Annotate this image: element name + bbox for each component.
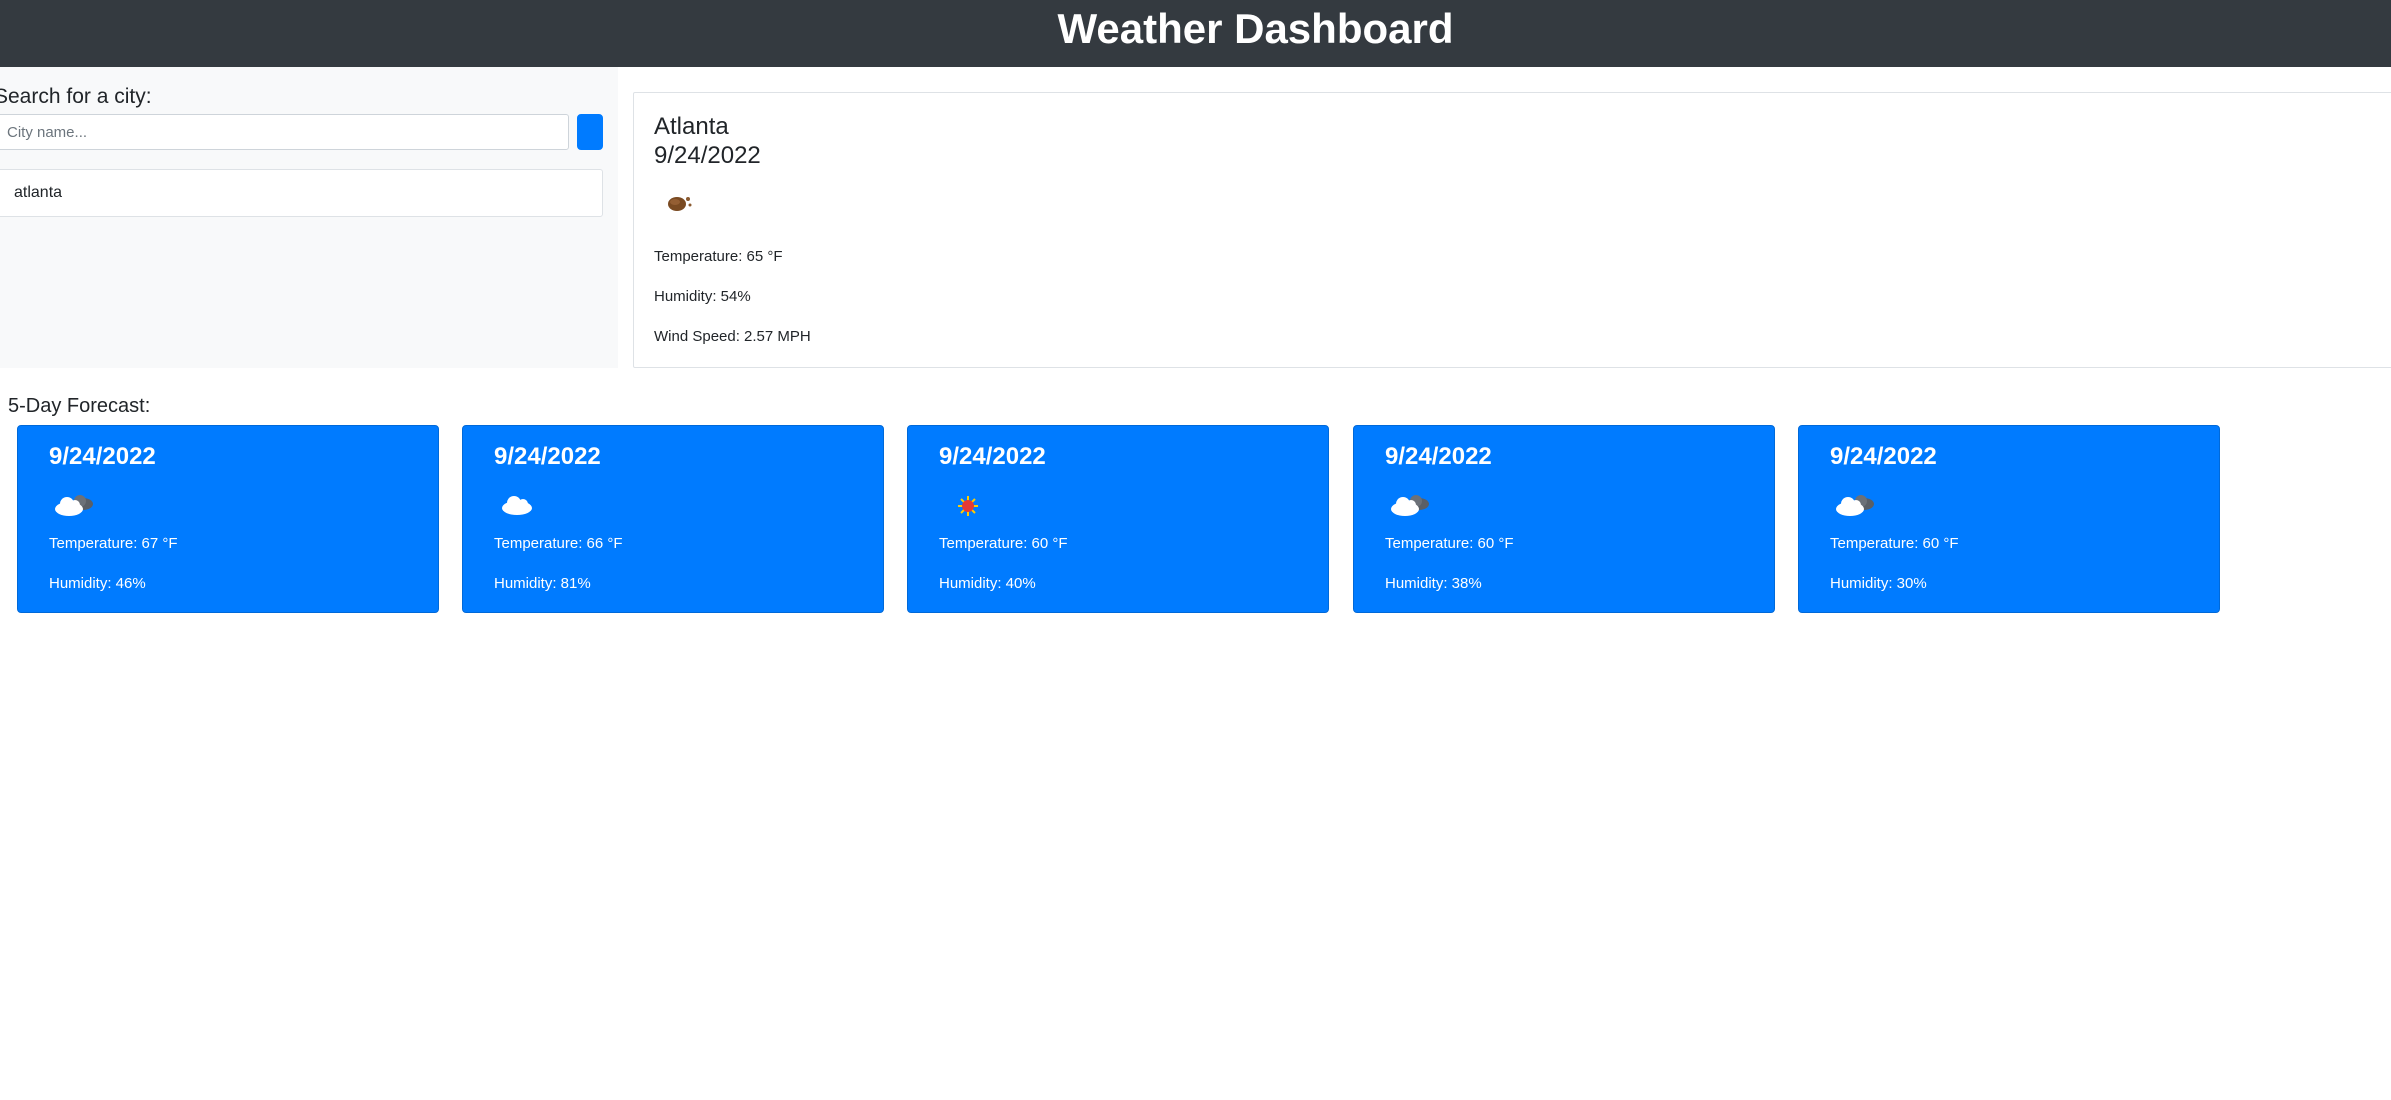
forecast-card: 9/24/2022 Temperature: 66 °F Humidity: 8…: [462, 425, 884, 613]
forecast-date: 9/24/2022: [49, 443, 156, 470]
search-history-list: atlanta: [0, 169, 603, 217]
forecast-card: 9/24/2022 Temperature: 60 °F Humidity: 4…: [907, 425, 1329, 613]
forecast-card: 9/24/2022 Temperature: 60 °F Humidity: 3…: [1798, 425, 2220, 613]
broken-clouds-icon: [1391, 495, 1429, 516]
cloud-icon: [502, 496, 532, 515]
broken-clouds-icon: [1836, 495, 1874, 516]
forecast-date: 9/24/2022: [1830, 443, 1937, 470]
forecast-humidity: Humidity: 40%: [939, 575, 1036, 592]
search-button[interactable]: [577, 114, 603, 150]
forecast-temperature: Temperature: 60 °F: [1830, 535, 1959, 552]
forecast-date: 9/24/2022: [939, 443, 1046, 470]
forecast-card: 9/24/2022 Temperature: 60 °F Humidity: 3…: [1353, 425, 1775, 613]
forecast-row: 9/24/2022 Temperature: 67 °F Humidity: 4…: [17, 425, 2257, 613]
page-title: Weather Dashboard: [1057, 5, 1454, 52]
forecast-temperature: Temperature: 66 °F: [494, 535, 623, 552]
forecast-humidity: Humidity: 30%: [1830, 575, 1927, 592]
history-item[interactable]: atlanta: [0, 169, 603, 217]
current-wind-speed: Wind Speed: 2.57 MPH: [654, 328, 811, 345]
current-weather-card: Atlanta 9/24/2022 Temperature: 65 °F Hum…: [633, 92, 2391, 368]
app-header: Weather Dashboard: [0, 0, 2391, 67]
haze-icon: [668, 197, 692, 211]
forecast-temperature: Temperature: 60 °F: [939, 535, 1068, 552]
forecast-humidity: Humidity: 46%: [49, 575, 146, 592]
current-date: 9/24/2022: [654, 142, 761, 169]
search-label: Search for a city:: [0, 85, 152, 108]
current-temperature: Temperature: 65 °F: [654, 248, 783, 265]
forecast-card: 9/24/2022 Temperature: 67 °F Humidity: 4…: [17, 425, 439, 613]
sun-icon: [958, 496, 978, 516]
forecast-humidity: Humidity: 38%: [1385, 575, 1482, 592]
forecast-date: 9/24/2022: [1385, 443, 1492, 470]
search-sidebar: Search for a city: atlanta: [0, 67, 618, 368]
forecast-temperature: Temperature: 67 °F: [49, 535, 178, 552]
forecast-humidity: Humidity: 81%: [494, 575, 591, 592]
forecast-heading: 5-Day Forecast:: [8, 395, 151, 417]
city-search-input[interactable]: [0, 114, 569, 150]
current-humidity: Humidity: 54%: [654, 288, 751, 305]
current-city-name: Atlanta: [654, 113, 729, 140]
broken-clouds-icon: [55, 495, 93, 516]
forecast-temperature: Temperature: 60 °F: [1385, 535, 1514, 552]
forecast-date: 9/24/2022: [494, 443, 601, 470]
